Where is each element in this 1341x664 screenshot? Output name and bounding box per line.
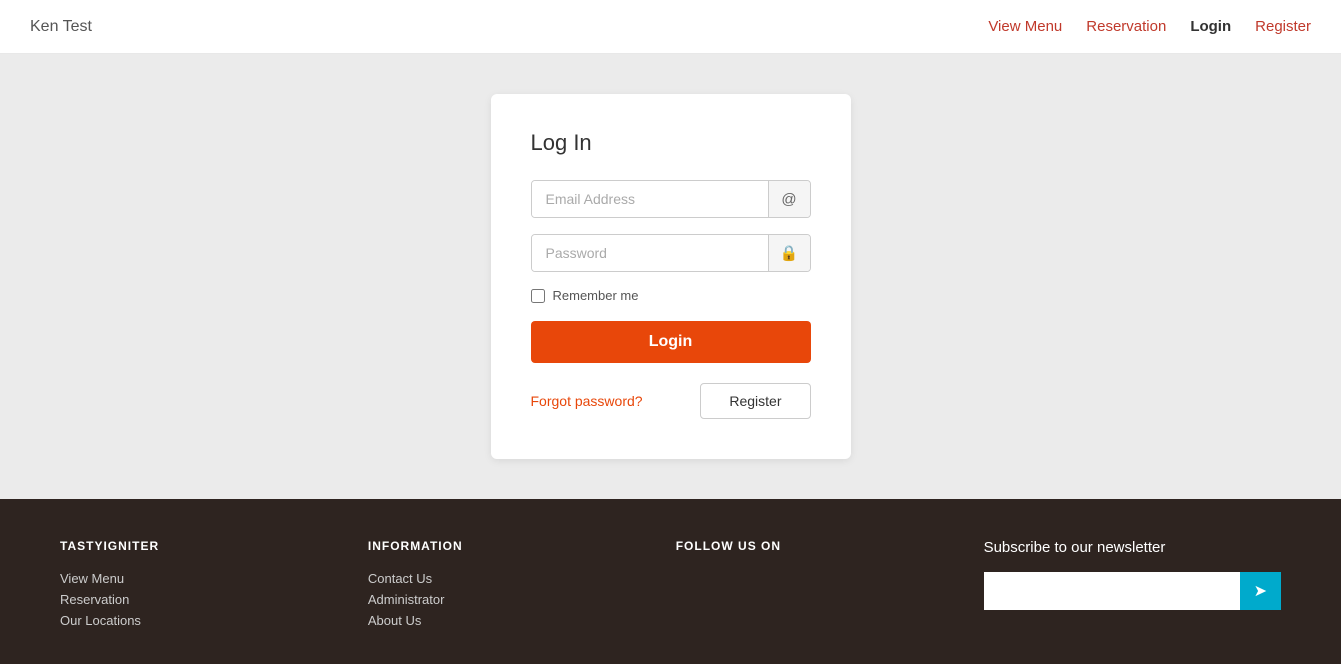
- remember-row: Remember me: [531, 288, 811, 303]
- main-content: Log In @ 🔒 Remember me Login Forgot pass…: [0, 54, 1341, 499]
- password-field[interactable]: [532, 235, 768, 271]
- footer-link-about-us[interactable]: About Us: [368, 613, 616, 628]
- newsletter-input[interactable]: [984, 572, 1240, 610]
- footer-col-follow: FOLLOW US ON: [676, 539, 924, 634]
- navbar: Ken Test View Menu Reservation Login Reg…: [0, 0, 1341, 54]
- login-button[interactable]: Login: [531, 321, 811, 363]
- lock-icon: 🔒: [768, 235, 810, 271]
- email-field[interactable]: [532, 181, 768, 217]
- login-card: Log In @ 🔒 Remember me Login Forgot pass…: [491, 94, 851, 459]
- footer-col2-title: INFORMATION: [368, 539, 616, 553]
- email-input-group: @: [531, 180, 811, 218]
- footer: TASTYIGNITER View Menu Reservation Our L…: [0, 499, 1341, 664]
- email-icon: @: [768, 181, 810, 217]
- send-icon: ➤: [1254, 583, 1267, 600]
- newsletter-submit-button[interactable]: ➤: [1240, 572, 1281, 610]
- footer-col1-title: TASTYIGNITER: [60, 539, 308, 553]
- nav-links: View Menu Reservation Login Register: [988, 18, 1311, 35]
- remember-checkbox[interactable]: [531, 289, 545, 303]
- footer-link-our-locations[interactable]: Our Locations: [60, 613, 308, 628]
- nav-view-menu[interactable]: View Menu: [988, 18, 1062, 35]
- footer-col-information: INFORMATION Contact Us Administrator Abo…: [368, 539, 616, 634]
- forgot-password-link[interactable]: Forgot password?: [531, 393, 643, 409]
- nav-register[interactable]: Register: [1255, 18, 1311, 35]
- nav-reservation[interactable]: Reservation: [1086, 18, 1166, 35]
- footer-link-administrator[interactable]: Administrator: [368, 592, 616, 607]
- register-button[interactable]: Register: [700, 383, 810, 419]
- newsletter-form: ➤: [984, 572, 1281, 610]
- nav-login[interactable]: Login: [1190, 18, 1231, 35]
- newsletter-title: Subscribe to our newsletter: [984, 539, 1281, 556]
- login-actions: Forgot password? Register: [531, 383, 811, 419]
- footer-link-contact-us[interactable]: Contact Us: [368, 571, 616, 586]
- footer-link-view-menu[interactable]: View Menu: [60, 571, 308, 586]
- footer-link-reservation[interactable]: Reservation: [60, 592, 308, 607]
- footer-newsletter: Subscribe to our newsletter ➤: [984, 539, 1281, 634]
- remember-label[interactable]: Remember me: [553, 288, 639, 303]
- login-title: Log In: [531, 130, 811, 156]
- footer-col3-title: FOLLOW US ON: [676, 539, 924, 553]
- brand-logo[interactable]: Ken Test: [30, 18, 92, 36]
- password-input-group: 🔒: [531, 234, 811, 272]
- footer-col-tastyigniter: TASTYIGNITER View Menu Reservation Our L…: [60, 539, 308, 634]
